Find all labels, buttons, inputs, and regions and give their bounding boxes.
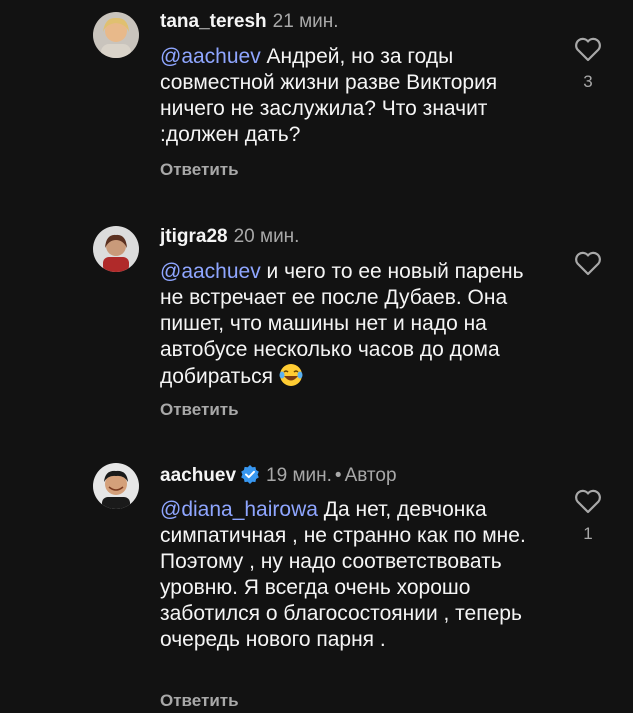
reply-button[interactable]: Ответить	[160, 160, 239, 180]
avatar[interactable]	[93, 12, 139, 58]
timestamp: 20 мин.	[233, 226, 300, 247]
comment-text: @diana_hairowa Да нет, девчонка симпатич…	[160, 497, 535, 653]
comment-header: tana_teresh 21 мин.	[160, 11, 339, 33]
heart-outline-icon[interactable]	[574, 488, 602, 514]
username[interactable]: jtigra28	[160, 226, 228, 247]
comment-text: @aachuev и чего то ее новый парень не вс…	[160, 259, 535, 390]
heart-outline-icon[interactable]	[574, 250, 602, 276]
comment-text: @aachuev Андрей, но за годы совместной ж…	[160, 44, 535, 148]
like-count: 3	[583, 72, 593, 91]
timestamp: 21 мин.	[272, 11, 339, 32]
mention-link[interactable]: @aachuev	[160, 45, 261, 68]
author-label: Автор	[344, 465, 397, 486]
laughing-tears-emoji	[279, 364, 303, 386]
username[interactable]: aachuev	[160, 465, 236, 486]
comment-header: jtigra28 20 мин.	[160, 226, 299, 248]
mention-link[interactable]: @diana_hairowa	[160, 498, 318, 521]
username[interactable]: tana_teresh	[160, 11, 267, 32]
avatar[interactable]	[93, 226, 139, 272]
avatar[interactable]	[93, 463, 139, 509]
separator-dot: •	[334, 465, 342, 486]
reply-button[interactable]: Ответить	[160, 691, 239, 711]
comment-header: aachuev 19 мин. • Автор	[160, 464, 397, 487]
like-count: 1	[583, 524, 593, 543]
reply-button[interactable]: Ответить	[160, 400, 239, 420]
timestamp: 19 мин.	[266, 465, 332, 486]
heart-outline-icon[interactable]	[574, 36, 602, 62]
verified-badge-icon	[241, 465, 259, 484]
mention-link[interactable]: @aachuev	[160, 260, 261, 283]
